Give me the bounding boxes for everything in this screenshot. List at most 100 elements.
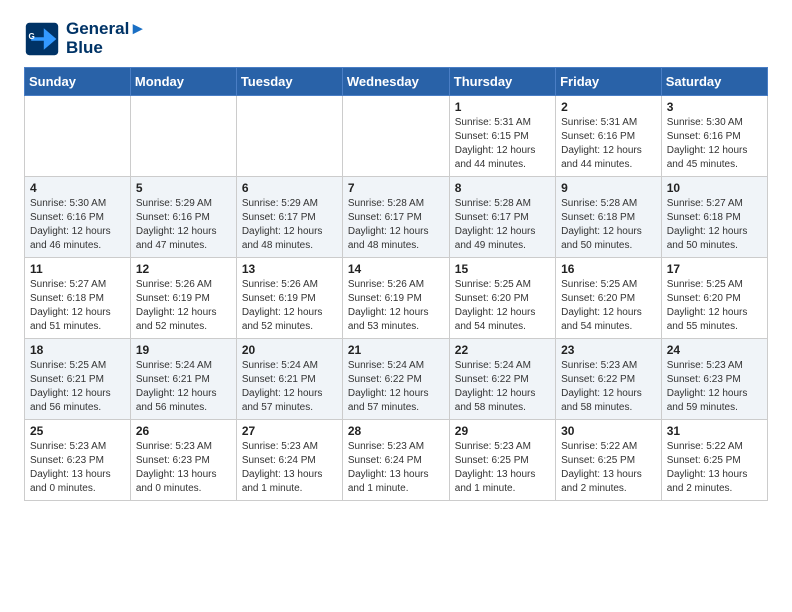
week-row-5: 25 Sunrise: 5:23 AM Sunset: 6:23 PM Dayli… bbox=[25, 420, 768, 501]
day-info: Sunrise: 5:27 AM Sunset: 6:18 PM Dayligh… bbox=[667, 197, 762, 253]
day-cell: 10Sunrise: 5:27 AM Sunset: 6:18 PM Dayli… bbox=[661, 177, 767, 258]
logo-text: General► Blue bbox=[66, 20, 146, 57]
day-cell: 27 Sunrise: 5:23 AM Sunset: 6:24 PM Dayli… bbox=[236, 420, 342, 501]
day-number: 19 bbox=[136, 343, 231, 357]
day-number: 7 bbox=[348, 181, 444, 195]
day-cell: 2 Sunrise: 5:31 AM Sunset: 6:16 PM Daylig… bbox=[556, 96, 662, 177]
day-cell: 21Sunrise: 5:24 AM Sunset: 6:22 PM Dayli… bbox=[342, 339, 449, 420]
day-info: Sunrise: 5:23 AM Sunset: 6:24 PM Dayligh… bbox=[242, 440, 337, 496]
day-cell bbox=[25, 96, 131, 177]
day-number: 15 bbox=[455, 262, 550, 276]
day-cell bbox=[342, 96, 449, 177]
weekday-header-monday: Monday bbox=[130, 68, 236, 96]
weekday-header-tuesday: Tuesday bbox=[236, 68, 342, 96]
day-number: 2 bbox=[561, 100, 656, 114]
day-info: Sunrise: 5:23 AM Sunset: 6:24 PM Dayligh… bbox=[348, 440, 444, 496]
day-cell: 24 Sunrise: 5:23 AM Sunset: 6:23 PM Dayli… bbox=[661, 339, 767, 420]
day-info: Sunrise: 5:25 AM Sunset: 6:20 PM Dayligh… bbox=[455, 278, 550, 334]
day-info: Sunrise: 5:29 AM Sunset: 6:16 PM Dayligh… bbox=[136, 197, 231, 253]
day-info: Sunrise: 5:25 AM Sunset: 6:21 PM Dayligh… bbox=[30, 359, 125, 415]
day-cell: 22 Sunrise: 5:24 AM Sunset: 6:22 PM Dayli… bbox=[449, 339, 555, 420]
day-info: Sunrise: 5:24 AM Sunset: 6:22 PM Dayligh… bbox=[348, 359, 444, 415]
week-row-3: 11 Sunrise: 5:27 AM Sunset: 6:18 PM Dayli… bbox=[25, 258, 768, 339]
day-number: 24 bbox=[667, 343, 762, 357]
day-info: Sunrise: 5:31 AM Sunset: 6:16 PM Dayligh… bbox=[561, 116, 656, 172]
day-cell: 12 Sunrise: 5:26 AM Sunset: 6:19 PM Dayli… bbox=[130, 258, 236, 339]
day-number: 5 bbox=[136, 181, 231, 195]
weekday-header-row: SundayMondayTuesdayWednesdayThursdayFrid… bbox=[25, 68, 768, 96]
day-number: 28 bbox=[348, 424, 444, 438]
day-cell: 30Sunrise: 5:22 AM Sunset: 6:25 PM Dayli… bbox=[556, 420, 662, 501]
day-cell: 29Sunrise: 5:23 AM Sunset: 6:25 PM Dayli… bbox=[449, 420, 555, 501]
day-number: 8 bbox=[455, 181, 550, 195]
day-number: 4 bbox=[30, 181, 125, 195]
day-info: Sunrise: 5:29 AM Sunset: 6:17 PM Dayligh… bbox=[242, 197, 337, 253]
day-cell: 20 Sunrise: 5:24 AM Sunset: 6:21 PM Dayli… bbox=[236, 339, 342, 420]
day-number: 26 bbox=[136, 424, 231, 438]
day-number: 27 bbox=[242, 424, 337, 438]
header: G General► Blue bbox=[24, 20, 768, 57]
day-cell: 7 Sunrise: 5:28 AM Sunset: 6:17 PM Daylig… bbox=[342, 177, 449, 258]
day-info: Sunrise: 5:23 AM Sunset: 6:22 PM Dayligh… bbox=[561, 359, 656, 415]
week-row-4: 18 Sunrise: 5:25 AM Sunset: 6:21 PM Dayli… bbox=[25, 339, 768, 420]
day-number: 3 bbox=[667, 100, 762, 114]
week-row-2: 4 Sunrise: 5:30 AM Sunset: 6:16 PM Daylig… bbox=[25, 177, 768, 258]
day-info: Sunrise: 5:30 AM Sunset: 6:16 PM Dayligh… bbox=[667, 116, 762, 172]
logo-icon: G bbox=[24, 21, 60, 57]
weekday-header-sunday: Sunday bbox=[25, 68, 131, 96]
day-cell: 6 Sunrise: 5:29 AM Sunset: 6:17 PM Daylig… bbox=[236, 177, 342, 258]
day-info: Sunrise: 5:27 AM Sunset: 6:18 PM Dayligh… bbox=[30, 278, 125, 334]
day-number: 13 bbox=[242, 262, 337, 276]
day-info: Sunrise: 5:24 AM Sunset: 6:21 PM Dayligh… bbox=[136, 359, 231, 415]
day-cell: 25Sunrise: 5:23 AM Sunset: 6:23 PM Dayli… bbox=[25, 420, 131, 501]
day-info: Sunrise: 5:26 AM Sunset: 6:19 PM Dayligh… bbox=[242, 278, 337, 334]
day-number: 31 bbox=[667, 424, 762, 438]
day-info: Sunrise: 5:26 AM Sunset: 6:19 PM Dayligh… bbox=[348, 278, 444, 334]
day-number: 6 bbox=[242, 181, 337, 195]
day-number: 18 bbox=[30, 343, 125, 357]
day-number: 12 bbox=[136, 262, 231, 276]
day-number: 16 bbox=[561, 262, 656, 276]
day-cell: 4 Sunrise: 5:30 AM Sunset: 6:16 PM Daylig… bbox=[25, 177, 131, 258]
day-info: Sunrise: 5:28 AM Sunset: 6:17 PM Dayligh… bbox=[455, 197, 550, 253]
day-cell: 26 Sunrise: 5:23 AM Sunset: 6:23 PM Dayli… bbox=[130, 420, 236, 501]
day-info: Sunrise: 5:23 AM Sunset: 6:25 PM Dayligh… bbox=[455, 440, 550, 496]
day-info: Sunrise: 5:25 AM Sunset: 6:20 PM Dayligh… bbox=[667, 278, 762, 334]
day-cell: 3 Sunrise: 5:30 AM Sunset: 6:16 PM Daylig… bbox=[661, 96, 767, 177]
day-cell: 19 Sunrise: 5:24 AM Sunset: 6:21 PM Dayli… bbox=[130, 339, 236, 420]
weekday-header-saturday: Saturday bbox=[661, 68, 767, 96]
day-info: Sunrise: 5:25 AM Sunset: 6:20 PM Dayligh… bbox=[561, 278, 656, 334]
day-info: Sunrise: 5:23 AM Sunset: 6:23 PM Dayligh… bbox=[667, 359, 762, 415]
day-cell: 15 Sunrise: 5:25 AM Sunset: 6:20 PM Dayli… bbox=[449, 258, 555, 339]
day-number: 17 bbox=[667, 262, 762, 276]
svg-text:G: G bbox=[29, 32, 35, 41]
day-number: 1 bbox=[455, 100, 550, 114]
weekday-header-thursday: Thursday bbox=[449, 68, 555, 96]
day-number: 25 bbox=[30, 424, 125, 438]
day-cell: 17 Sunrise: 5:25 AM Sunset: 6:20 PM Dayli… bbox=[661, 258, 767, 339]
page: G General► Blue SundayMondayTuesdayWedne… bbox=[0, 0, 792, 521]
day-cell: 18 Sunrise: 5:25 AM Sunset: 6:21 PM Dayli… bbox=[25, 339, 131, 420]
day-info: Sunrise: 5:26 AM Sunset: 6:19 PM Dayligh… bbox=[136, 278, 231, 334]
day-cell: 5 Sunrise: 5:29 AM Sunset: 6:16 PM Daylig… bbox=[130, 177, 236, 258]
day-number: 20 bbox=[242, 343, 337, 357]
day-cell: 11 Sunrise: 5:27 AM Sunset: 6:18 PM Dayli… bbox=[25, 258, 131, 339]
day-info: Sunrise: 5:31 AM Sunset: 6:15 PM Dayligh… bbox=[455, 116, 550, 172]
day-info: Sunrise: 5:22 AM Sunset: 6:25 PM Dayligh… bbox=[667, 440, 762, 496]
day-cell: 28 Sunrise: 5:23 AM Sunset: 6:24 PM Dayli… bbox=[342, 420, 449, 501]
day-number: 30 bbox=[561, 424, 656, 438]
day-info: Sunrise: 5:24 AM Sunset: 6:21 PM Dayligh… bbox=[242, 359, 337, 415]
day-info: Sunrise: 5:30 AM Sunset: 6:16 PM Dayligh… bbox=[30, 197, 125, 253]
day-number: 22 bbox=[455, 343, 550, 357]
logo: G General► Blue bbox=[24, 20, 146, 57]
day-info: Sunrise: 5:24 AM Sunset: 6:22 PM Dayligh… bbox=[455, 359, 550, 415]
day-info: Sunrise: 5:23 AM Sunset: 6:23 PM Dayligh… bbox=[136, 440, 231, 496]
day-info: Sunrise: 5:28 AM Sunset: 6:18 PM Dayligh… bbox=[561, 197, 656, 253]
day-info: Sunrise: 5:28 AM Sunset: 6:17 PM Dayligh… bbox=[348, 197, 444, 253]
day-number: 9 bbox=[561, 181, 656, 195]
weekday-header-wednesday: Wednesday bbox=[342, 68, 449, 96]
day-cell: 1 Sunrise: 5:31 AM Sunset: 6:15 PM Daylig… bbox=[449, 96, 555, 177]
day-cell: 31 Sunrise: 5:22 AM Sunset: 6:25 PM Dayli… bbox=[661, 420, 767, 501]
day-number: 11 bbox=[30, 262, 125, 276]
day-cell: 8 Sunrise: 5:28 AM Sunset: 6:17 PM Daylig… bbox=[449, 177, 555, 258]
